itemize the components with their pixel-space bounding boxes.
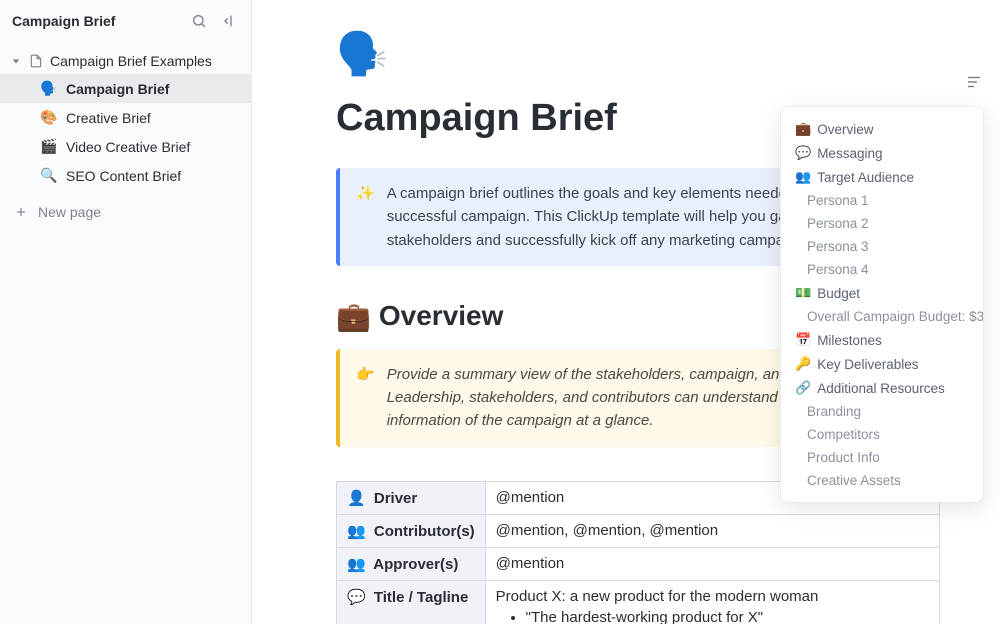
page-emoji-icon: 🎬	[40, 138, 58, 155]
table-row-value[interactable]: @mention, @mention, @mention	[485, 514, 939, 547]
table-row: 💬 Title / TaglineProduct X: a new produc…	[337, 580, 940, 624]
page-emoji-icon: 🗣️	[40, 80, 58, 97]
page-emoji-icon: 🔍	[40, 167, 58, 184]
new-page-button[interactable]: New page	[0, 196, 251, 228]
toc-subitem[interactable]: Product Info	[781, 446, 983, 469]
toc-emoji-icon: 💼	[795, 121, 811, 137]
table-row-label: 💬 Title / Tagline	[337, 580, 486, 624]
toc-label: Overall Campaign Budget: $3,…	[807, 309, 983, 324]
sidebar: Campaign Brief Campaign Brief Examples	[0, 0, 252, 624]
toc-item[interactable]: 🔗 Additional Resources	[781, 376, 983, 400]
sidebar-tree: Campaign Brief Examples 🗣️ Campaign Brief…	[0, 42, 251, 196]
sidebar-children: 🗣️ Campaign Brief 🎨 Creative Brief 🎬 Video Cr…	[0, 74, 251, 190]
toc-subitem[interactable]: Persona 2	[781, 212, 983, 235]
toc-emoji-icon: 👥	[795, 169, 811, 185]
sidebar-header-actions	[189, 11, 239, 31]
toc-item[interactable]: 💬 Messaging	[781, 141, 983, 165]
toc-subitem[interactable]: Creative Assets	[781, 469, 983, 492]
row-emoji-icon: 👥	[347, 556, 366, 573]
toc-emoji-icon: 🔗	[795, 380, 811, 396]
table-row: 👥 Approver(s)@mention	[337, 547, 940, 580]
table-row: 👥 Contributor(s)@mention, @mention, @men…	[337, 514, 940, 547]
toc-label: Persona 4	[807, 262, 869, 277]
toc-item[interactable]: 💵 Budget	[781, 281, 983, 305]
toc-label: Persona 1	[807, 193, 869, 208]
sidebar-item-label: Campaign Brief	[66, 81, 169, 97]
list-item: "The hardest-working product for X"	[526, 609, 929, 624]
toc-label: Product Info	[807, 450, 880, 465]
sidebar-item-label: SEO Content Brief	[66, 168, 181, 184]
page-icon	[28, 53, 44, 69]
sidebar-root-label: Campaign Brief Examples	[50, 53, 212, 69]
toc-item[interactable]: 🔑 Key Deliverables	[781, 352, 983, 376]
table-row-value[interactable]: Product X: a new product for the modern …	[485, 580, 939, 624]
sidebar-item[interactable]: 🔍 SEO Content Brief	[0, 161, 251, 190]
page-emoji-icon: 🎨	[40, 109, 58, 126]
table-of-contents: 💼 Overview 💬 Messaging 👥 Target Audience Perso…	[780, 106, 984, 503]
toc-label: Target Audience	[817, 170, 914, 185]
plus-icon	[14, 205, 28, 219]
toc-subitem[interactable]: Persona 4	[781, 258, 983, 281]
toc-item[interactable]: 💼 Overview	[781, 117, 983, 141]
sidebar-root-item[interactable]: Campaign Brief Examples	[0, 48, 251, 74]
new-page-label: New page	[38, 204, 101, 220]
toc-label: Competitors	[807, 427, 880, 442]
toc-label: Persona 2	[807, 216, 869, 231]
row-emoji-icon: 💬	[347, 589, 366, 606]
chevron-down-icon[interactable]	[10, 55, 22, 67]
table-row-label: 👤 Driver	[337, 481, 486, 514]
toc-emoji-icon: 💵	[795, 285, 811, 301]
toc-subitem[interactable]: Persona 3	[781, 235, 983, 258]
toc-subitem[interactable]: Persona 1	[781, 189, 983, 212]
table-row-label: 👥 Contributor(s)	[337, 514, 486, 547]
row-emoji-icon: 👥	[347, 523, 366, 540]
sparkles-icon: ✨	[356, 182, 375, 252]
toc-label: Overview	[817, 122, 873, 137]
table-row-value[interactable]: @mention	[485, 547, 939, 580]
toc-toggle-icon[interactable]	[964, 72, 984, 92]
search-icon[interactable]	[189, 11, 209, 31]
toc-subitem[interactable]: Competitors	[781, 423, 983, 446]
toc-label: Messaging	[817, 146, 882, 161]
table-row-label: 👥 Approver(s)	[337, 547, 486, 580]
briefcase-icon: 💼	[336, 300, 371, 333]
sidebar-item[interactable]: 🎬 Video Creative Brief	[0, 132, 251, 161]
toc-label: Persona 3	[807, 239, 869, 254]
toc-subitem[interactable]: Overall Campaign Budget: $3,…	[781, 305, 983, 328]
toc-label: Milestones	[817, 333, 882, 348]
toc-item[interactable]: 📅 Milestones	[781, 328, 983, 352]
row-emoji-icon: 👤	[347, 490, 366, 507]
toc-label: Branding	[807, 404, 861, 419]
toc-label: Additional Resources	[817, 381, 945, 396]
tagline-list: "The hardest-working product for X""The …	[526, 609, 929, 624]
toc-subitem[interactable]: Branding	[781, 400, 983, 423]
sidebar-item[interactable]: 🎨 Creative Brief	[0, 103, 251, 132]
overview-heading-text: Overview	[379, 300, 504, 332]
sidebar-header: Campaign Brief	[0, 0, 251, 42]
toc-item[interactable]: 👥 Target Audience	[781, 165, 983, 189]
sidebar-item-label: Video Creative Brief	[66, 139, 190, 155]
sidebar-item[interactable]: 🗣️ Campaign Brief	[0, 74, 251, 103]
sidebar-title: Campaign Brief	[12, 13, 115, 29]
toc-label: Creative Assets	[807, 473, 901, 488]
sidebar-item-label: Creative Brief	[66, 110, 151, 126]
collapse-sidebar-icon[interactable]	[219, 11, 239, 31]
toc-emoji-icon: 💬	[795, 145, 811, 161]
toc-emoji-icon: 🔑	[795, 356, 811, 372]
document-emoji[interactable]: 🗣️	[336, 30, 940, 79]
pointing-hand-icon: 👉	[356, 363, 375, 433]
toc-label: Key Deliverables	[817, 357, 918, 372]
document-main: 🗣️ Campaign Brief ✨ A campaign brief out…	[252, 0, 1000, 624]
toc-emoji-icon: 📅	[795, 332, 811, 348]
toc-label: Budget	[817, 286, 860, 301]
